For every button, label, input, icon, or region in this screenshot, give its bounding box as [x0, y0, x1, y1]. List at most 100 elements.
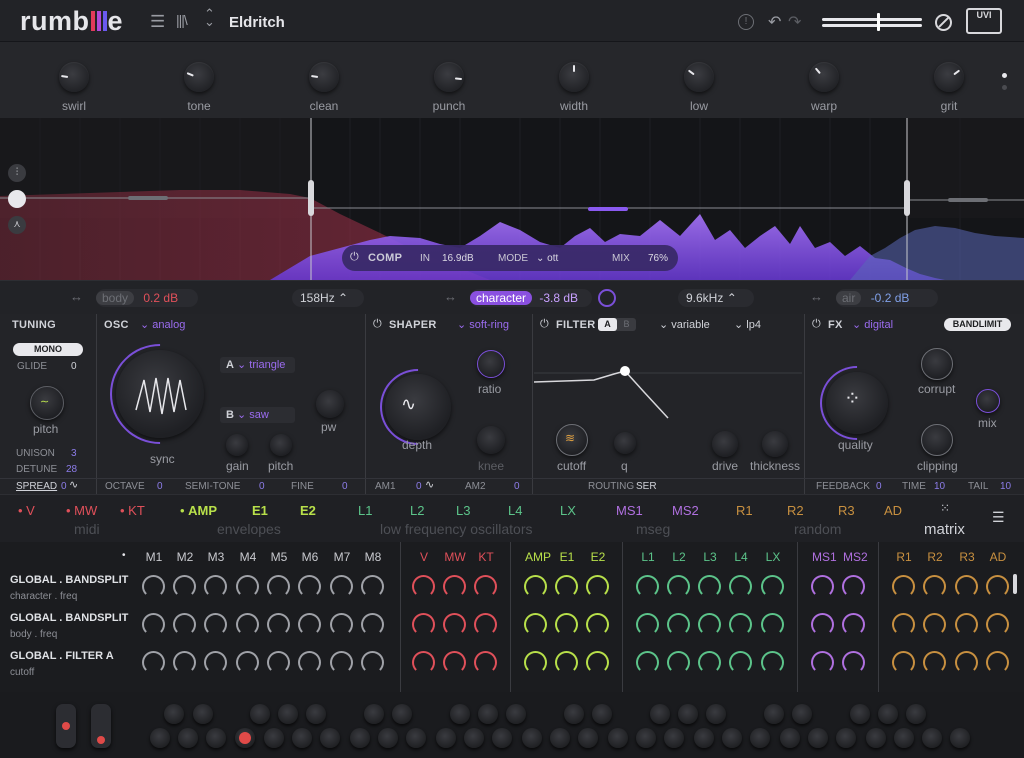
modsource-kt[interactable]: • KT: [120, 503, 145, 518]
macro-knob-3[interactable]: [434, 62, 464, 92]
glide-value[interactable]: 0: [71, 361, 77, 372]
modsource-l1[interactable]: L1: [358, 503, 372, 518]
matrix-knob[interactable]: [811, 575, 834, 598]
clipping-knob[interactable]: [921, 424, 953, 456]
pad-top-5[interactable]: [364, 704, 384, 724]
spectrum-display[interactable]: ⫶ ⋏ ⏻ COMP IN 16.9dB MODE ⌄ ott MIX 76%: [0, 118, 1024, 280]
matrix-knob[interactable]: [761, 651, 784, 674]
matrix-knob[interactable]: [361, 651, 384, 674]
modsource-ad[interactable]: AD: [884, 503, 902, 518]
mod-wheel[interactable]: [91, 704, 111, 748]
matrix-grid-icon[interactable]: ⁙: [940, 501, 951, 515]
matrix-knob[interactable]: [555, 613, 578, 636]
matrix-knob[interactable]: [443, 651, 466, 674]
pad-bottom-26[interactable]: [894, 728, 914, 748]
matrix-col-header[interactable]: R1: [893, 550, 915, 564]
matrix-knob[interactable]: [142, 613, 165, 636]
matrix-knob[interactable]: [986, 613, 1009, 636]
pad-top-1[interactable]: [193, 704, 213, 724]
matrix-col-header[interactable]: MW: [444, 550, 466, 564]
matrix-col-header[interactable]: AMP: [525, 550, 551, 564]
matrix-knob[interactable]: [267, 575, 290, 598]
matrix-col-header[interactable]: V: [413, 550, 435, 564]
matrix-knob[interactable]: [236, 575, 259, 598]
matrix-knob[interactable]: [923, 651, 946, 674]
tail-value[interactable]: 10: [1000, 481, 1011, 492]
pad-bottom-11[interactable]: [464, 728, 484, 748]
matrix-knob[interactable]: [443, 575, 466, 598]
matrix-knob[interactable]: [555, 651, 578, 674]
info-icon[interactable]: !: [738, 14, 754, 30]
pad-top-2[interactable]: [250, 704, 270, 724]
pad-bottom-7[interactable]: [350, 728, 370, 748]
matrix-col-header[interactable]: M7: [331, 550, 353, 564]
modsource-l2[interactable]: L2: [410, 503, 424, 518]
matrix-knob[interactable]: [443, 613, 466, 636]
matrix-knob[interactable]: [298, 613, 321, 636]
pad-bottom-4[interactable]: [264, 728, 284, 748]
modsource-l4[interactable]: L4: [508, 503, 522, 518]
pad-bottom-13[interactable]: [522, 728, 542, 748]
macro-knob-5[interactable]: [684, 62, 714, 92]
filter-type-dropdown[interactable]: ⌄ variable: [659, 318, 710, 331]
corrupt-knob[interactable]: [921, 348, 953, 380]
pad-bottom-25[interactable]: [866, 728, 886, 748]
matrix-knob[interactable]: [361, 575, 384, 598]
matrix-col-header[interactable]: M1: [143, 550, 165, 564]
pad-bottom-21[interactable]: [750, 728, 770, 748]
pw-knob[interactable]: [316, 390, 344, 418]
modsource-r3[interactable]: R3: [838, 503, 855, 518]
character-solo-icon[interactable]: [598, 289, 616, 307]
body-link-icon[interactable]: ↔: [70, 289, 83, 304]
matrix-knob[interactable]: [811, 613, 834, 636]
comp-mode-dropdown[interactable]: ⌄ ott: [536, 253, 558, 264]
modsource-group-4[interactable]: random: [794, 521, 841, 537]
matrix-knob[interactable]: [698, 613, 721, 636]
matrix-knob[interactable]: [330, 613, 353, 636]
matrix-knob[interactable]: [892, 651, 915, 674]
osc-type-dropdown[interactable]: ⌄ analog: [140, 318, 185, 331]
matrix-knob[interactable]: [524, 575, 547, 598]
filter-curve-display[interactable]: [534, 352, 802, 424]
fine-value[interactable]: 0: [342, 481, 348, 492]
matrix-knob[interactable]: [298, 575, 321, 598]
pad-top-15[interactable]: [764, 704, 784, 724]
matrix-knob[interactable]: [361, 613, 384, 636]
matrix-knob[interactable]: [204, 575, 227, 598]
matrix-knob[interactable]: [204, 651, 227, 674]
pad-bottom-9[interactable]: [406, 728, 426, 748]
pitch-wheel[interactable]: [56, 704, 76, 748]
matrix-knob[interactable]: [729, 575, 752, 598]
macro-page-dot-2[interactable]: [1002, 85, 1007, 90]
matrix-row-target[interactable]: GLOBAL . BANDSPLIT: [10, 612, 128, 624]
modsource-v[interactable]: • V: [18, 503, 35, 518]
comp-power-icon[interactable]: ⏻: [350, 251, 359, 264]
matrix-col-header[interactable]: E1: [556, 550, 578, 564]
pad-top-11[interactable]: [592, 704, 612, 724]
pad-bottom-6[interactable]: [320, 728, 340, 748]
time-value[interactable]: 10: [934, 481, 945, 492]
matrix-knob[interactable]: [842, 613, 865, 636]
pad-bottom-2[interactable]: [206, 728, 226, 748]
matrix-knob[interactable]: [173, 613, 196, 636]
pad-top-0[interactable]: [164, 704, 184, 724]
thickness-knob[interactable]: [762, 431, 788, 457]
matrix-knob[interactable]: [267, 651, 290, 674]
matrix-knob[interactable]: [330, 575, 353, 598]
pad-bottom-1[interactable]: [178, 728, 198, 748]
pad-top-4[interactable]: [306, 704, 326, 724]
pad-bottom-23[interactable]: [808, 728, 828, 748]
high-split-freq[interactable]: 9.6kHz ⌃: [678, 289, 754, 307]
matrix-knob[interactable]: [236, 613, 259, 636]
filter-power-icon[interactable]: ⏻: [540, 318, 549, 331]
matrix-knob[interactable]: [811, 651, 834, 674]
modsource-amp[interactable]: • AMP: [180, 503, 217, 518]
fx-type-dropdown[interactable]: ⌄ digital: [852, 318, 893, 331]
matrix-col-header[interactable]: KT: [475, 550, 497, 564]
pad-bottom-5[interactable]: [292, 728, 312, 748]
matrix-knob[interactable]: [412, 613, 435, 636]
matrix-knob[interactable]: [474, 651, 497, 674]
matrix-col-header[interactable]: MS2: [843, 550, 868, 564]
modsource-r1[interactable]: R1: [736, 503, 753, 518]
modsource-group-2[interactable]: low frequency oscillators: [380, 521, 533, 537]
